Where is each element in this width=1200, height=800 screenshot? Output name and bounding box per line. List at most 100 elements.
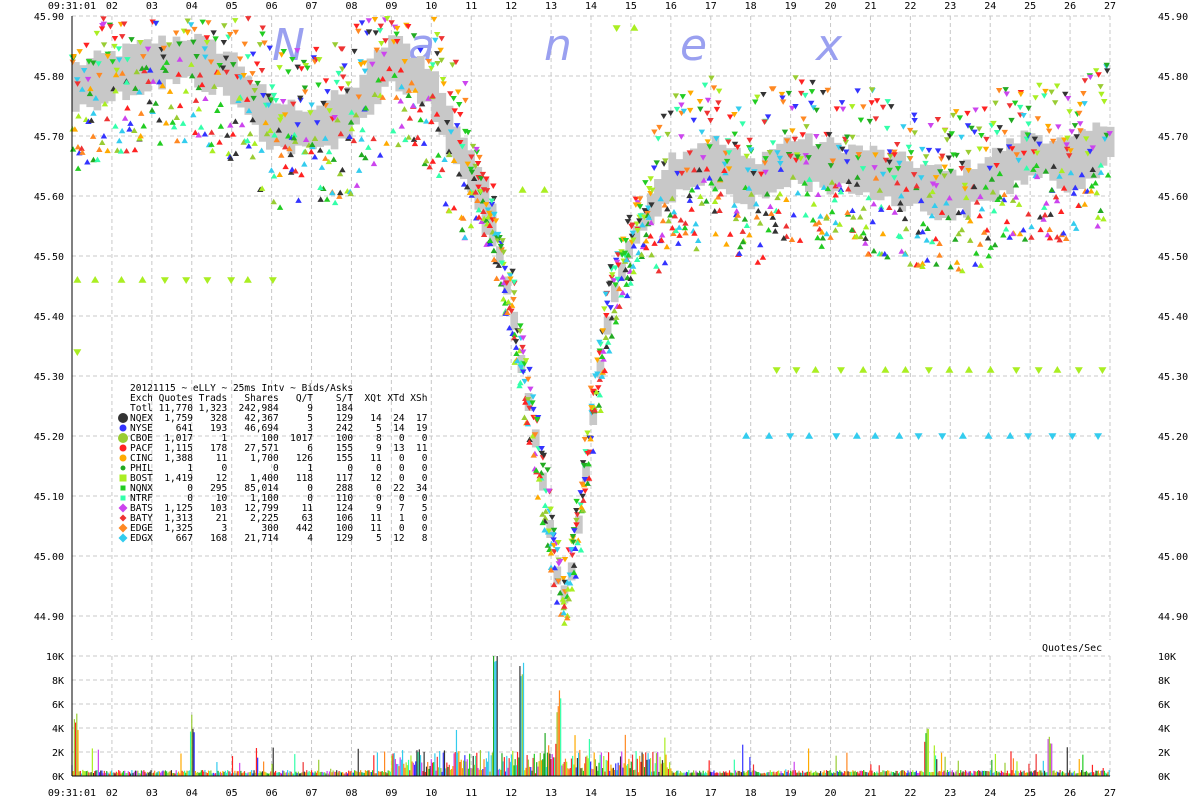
watermark-letter: N	[272, 20, 305, 71]
quote-marker	[527, 386, 534, 393]
quote-marker	[772, 367, 781, 374]
quote-marker	[664, 131, 671, 138]
quote-marker	[735, 106, 742, 112]
quote-marker	[630, 24, 639, 31]
quote-marker	[868, 100, 875, 106]
quote-marker	[765, 226, 772, 233]
nbbo-band-segment	[510, 311, 519, 330]
quote-marker	[442, 200, 449, 207]
quote-marker	[416, 106, 424, 113]
quote-marker	[831, 196, 838, 203]
quote-marker	[331, 42, 339, 48]
quote-marker	[358, 136, 365, 142]
quote-marker	[693, 245, 700, 252]
quote-marker	[672, 93, 680, 99]
quote-marker	[659, 217, 667, 224]
quote-marker	[814, 234, 821, 241]
quote-marker	[690, 117, 697, 124]
quote-marker	[849, 207, 856, 214]
quote-marker	[891, 209, 898, 215]
quote-marker	[395, 141, 402, 148]
quote-marker	[742, 432, 751, 439]
quote-marker	[781, 129, 789, 136]
nbbo-band-segment	[93, 50, 102, 111]
quote-marker	[1025, 121, 1032, 127]
nbbo-band-segment	[86, 58, 95, 108]
quote-marker	[548, 514, 556, 521]
nbbo-band-segment	[783, 137, 792, 188]
quote-marker	[476, 154, 483, 161]
quote-marker	[993, 130, 1001, 136]
quote-marker	[1012, 367, 1021, 374]
time-tick-label-bottom: 24	[984, 788, 996, 799]
price-tick-label-left: 45.40	[34, 312, 64, 323]
quote-marker	[282, 163, 289, 170]
quote-marker	[100, 16, 107, 22]
quote-marker	[216, 139, 223, 145]
quote-marker	[331, 199, 339, 206]
quote-marker	[828, 208, 836, 215]
quote-marker	[653, 263, 660, 269]
quote-marker	[517, 323, 524, 329]
quote-marker	[358, 20, 366, 26]
quote-marker	[743, 222, 751, 228]
price-tick-label-left: 45.60	[34, 192, 64, 203]
quote-marker	[799, 132, 806, 138]
quote-marker	[1036, 82, 1043, 89]
time-tick-label-top: 19	[785, 1, 797, 12]
quote-marker	[295, 197, 302, 203]
quote-marker	[783, 223, 790, 229]
quote-marker	[227, 122, 234, 128]
quote-marker	[1094, 433, 1103, 440]
time-tick-label-top: 08	[345, 1, 357, 12]
quote-marker	[269, 84, 276, 90]
nbbo-band-segment	[1099, 126, 1108, 166]
quote-marker	[803, 124, 810, 130]
quote-marker	[457, 111, 464, 118]
quote-marker	[339, 74, 347, 80]
quote-marker	[167, 103, 175, 110]
quote-marker	[678, 134, 685, 140]
nbbo-band-segment	[977, 163, 986, 201]
volume-tick-label-left: 2K	[52, 748, 64, 759]
time-tick-label-top: 13	[545, 1, 557, 12]
legend-row: EDGX 667 168 21,714 4 129 5 12 8	[130, 533, 428, 544]
quote-marker	[634, 256, 641, 262]
quote-marker	[977, 262, 984, 268]
quote-marker	[93, 30, 101, 37]
quote-marker	[123, 147, 130, 154]
quote-marker	[754, 94, 761, 101]
quote-marker	[1034, 367, 1043, 374]
quote-marker	[208, 129, 215, 135]
quote-marker	[996, 125, 1003, 131]
quote-marker	[983, 136, 990, 143]
quote-marker	[1097, 84, 1104, 90]
quote-marker	[984, 432, 993, 439]
quote-marker	[1053, 366, 1062, 373]
quote-marker	[152, 100, 159, 106]
quote-marker	[253, 61, 261, 67]
quote-marker	[1000, 232, 1007, 238]
quote-marker	[90, 110, 97, 116]
quote-marker	[152, 20, 160, 27]
quote-marker	[860, 229, 867, 236]
quote-marker	[75, 113, 82, 119]
price-tick-label-left: 45.50	[34, 252, 64, 263]
quote-marker	[802, 92, 809, 99]
quote-marker	[907, 261, 914, 267]
price-tick-label-right: 45.00	[1158, 552, 1188, 563]
time-tick-label-bottom: 23	[944, 788, 956, 799]
quote-marker	[713, 106, 721, 113]
quote-marker	[986, 366, 995, 373]
quote-marker	[202, 95, 209, 102]
quote-marker	[922, 154, 930, 160]
quote-marker	[232, 18, 239, 24]
quote-marker	[553, 599, 561, 605]
time-tick-label-bottom: 20	[825, 788, 837, 799]
price-tick-label-right: 45.40	[1158, 312, 1188, 323]
quote-marker	[173, 137, 181, 144]
quote-marker	[934, 117, 942, 123]
price-tick-label-right: 45.80	[1158, 72, 1188, 83]
quote-marker	[393, 94, 400, 100]
quote-marker	[322, 155, 329, 161]
